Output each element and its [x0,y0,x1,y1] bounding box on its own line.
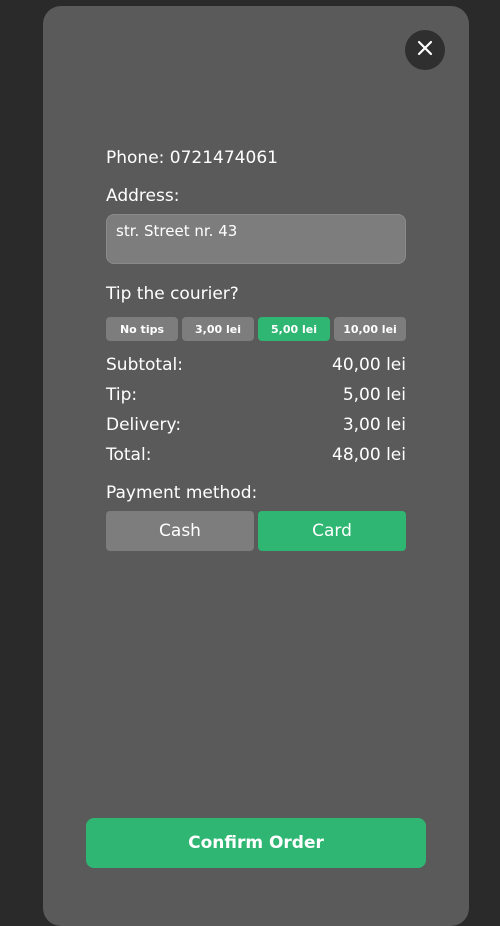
address-label: Address: [106,186,180,206]
payment-cash-button[interactable]: Cash [106,511,254,551]
order-modal: Phone: 0721474061 Address: str. Street n… [43,6,469,926]
close-button[interactable] [405,30,445,70]
tip-option-10[interactable]: 10,00 lei [334,317,406,341]
subtotal-row: Subtotal: 40,00 lei [106,355,406,375]
payment-card-button[interactable]: Card [258,511,406,551]
tip-options: No tips 3,00 lei 5,00 lei 10,00 lei [106,317,406,341]
tip-row: Tip: 5,00 lei [106,385,406,405]
tip-label: Tip the courier? [106,284,239,304]
tip-summary-value: 5,00 lei [342,385,406,405]
payment-options: Cash Card [106,511,406,551]
delivery-value: 3,00 lei [342,415,406,435]
tip-option-5[interactable]: 5,00 lei [258,317,330,341]
subtotal-label: Subtotal: [106,355,183,375]
payment-label: Payment method: [106,483,258,503]
total-label: Total: [106,445,152,465]
subtotal-value: 40,00 lei [332,355,406,375]
phone-text: Phone: 0721474061 [106,148,278,168]
address-input[interactable]: str. Street nr. 43 [106,214,406,264]
tip-option-3[interactable]: 3,00 lei [182,317,254,341]
tip-option-none[interactable]: No tips [106,317,178,341]
delivery-row: Delivery: 3,00 lei [106,415,406,435]
tip-summary-label: Tip: [106,385,138,405]
total-row: Total: 48,00 lei [106,445,406,465]
delivery-label: Delivery: [106,415,182,435]
close-icon [417,40,433,60]
total-value: 48,00 lei [332,445,406,465]
confirm-order-button[interactable]: Confirm Order [86,818,426,868]
